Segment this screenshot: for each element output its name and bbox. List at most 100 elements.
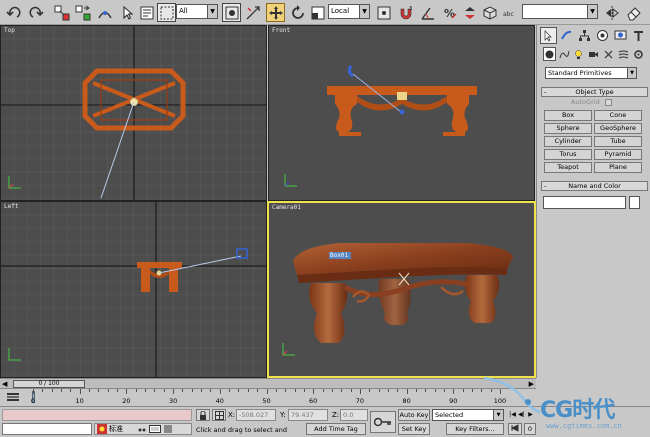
timeline-tick: [219, 389, 221, 394]
cone-button[interactable]: Cone: [594, 110, 642, 121]
eraser-icon[interactable]: [624, 3, 643, 22]
select-and-scale-icon[interactable]: [308, 3, 327, 22]
named-selection-sets-dropdown[interactable]: ▼: [522, 4, 598, 19]
ime-logo-icon[interactable]: [97, 424, 107, 434]
selection-filter-dropdown[interactable]: All ▼: [176, 4, 218, 19]
punctuation-icon[interactable]: [137, 424, 147, 434]
lights-icon[interactable]: [572, 47, 585, 61]
angle-snap-toggle-icon[interactable]: [418, 3, 437, 22]
timeline-minor-tick: [229, 389, 231, 392]
maxscript-listener-mini[interactable]: [2, 409, 192, 421]
viewport-front[interactable]: Front: [268, 25, 535, 201]
viewport-camera01-label[interactable]: Camera01: [272, 204, 301, 211]
box-button[interactable]: Box: [544, 110, 592, 121]
edit-named-selection-icon[interactable]: [480, 3, 499, 22]
systems-icon[interactable]: [632, 47, 645, 61]
ime-mode-label[interactable]: 标准: [109, 424, 123, 434]
x-coordinate-field[interactable]: -508.027: [236, 409, 276, 421]
slider-left-arrow-icon[interactable]: ◀: [2, 380, 7, 388]
select-and-rotate-icon[interactable]: [288, 3, 307, 22]
set-key-mode-key-icon[interactable]: [370, 411, 396, 433]
select-and-manipulate-icon[interactable]: [243, 3, 262, 22]
create-tab-icon[interactable]: [540, 27, 557, 44]
viewport-left-label[interactable]: Left: [4, 203, 18, 210]
timeline-minor-tick: [210, 389, 212, 392]
teapot-button[interactable]: Teapot: [544, 162, 592, 173]
viewport-front-label[interactable]: Front: [272, 27, 290, 34]
pyramid-button[interactable]: Pyramid: [594, 149, 642, 160]
time-slider-thumb[interactable]: 0 / 100: [13, 380, 85, 388]
table-3d-render: [293, 243, 513, 343]
track-bar[interactable]: 0 10 20 30 40 50 60 70 80 90 100: [0, 388, 536, 406]
timeline-minor-tick: [275, 389, 277, 392]
chevron-down-icon: ▼: [587, 5, 597, 18]
hierarchy-tab-icon[interactable]: [576, 27, 593, 44]
select-object-icon[interactable]: [117, 3, 136, 22]
name-and-color-rollout-header[interactable]: - Name and Color: [541, 181, 648, 191]
soft-keyboard-icon[interactable]: [149, 424, 161, 434]
select-and-link-icon[interactable]: [52, 3, 71, 22]
key-selection-value: Selected: [435, 411, 464, 419]
cylinder-button[interactable]: Cylinder: [544, 136, 592, 147]
display-tab-icon[interactable]: [612, 27, 629, 44]
autogrid-checkbox[interactable]: [605, 99, 612, 106]
timeline-minor-tick: [294, 389, 296, 392]
undo-icon[interactable]: [4, 3, 23, 22]
viewport-left[interactable]: Left: [0, 201, 267, 378]
space-warps-icon[interactable]: [617, 47, 630, 61]
rectangular-selection-region-icon[interactable]: [157, 3, 176, 22]
bind-to-space-warp-icon[interactable]: [95, 3, 114, 22]
unlink-selection-icon[interactable]: [73, 3, 92, 22]
redo-icon[interactable]: [26, 3, 45, 22]
spinner-snap-icon[interactable]: [460, 3, 479, 22]
set-key-button[interactable]: Set Key: [398, 423, 430, 435]
ime-menu-icon[interactable]: [163, 424, 173, 434]
timeline-minor-tick: [415, 389, 417, 392]
absolute-mode-transform-icon[interactable]: [212, 409, 226, 421]
select-by-name-icon[interactable]: [137, 3, 156, 22]
tube-button[interactable]: Tube: [594, 136, 642, 147]
key-mode-toggle-icon[interactable]: [508, 423, 522, 435]
use-pivot-point-center-icon[interactable]: [374, 3, 393, 22]
plane-button[interactable]: Plane: [594, 162, 642, 173]
object-type-rollout-header[interactable]: - Object Type: [541, 87, 648, 97]
shapes-icon[interactable]: [558, 47, 571, 61]
object-color-swatch[interactable]: [629, 196, 640, 209]
mirror-icon[interactable]: [602, 3, 621, 22]
modify-tab-icon[interactable]: [558, 27, 575, 44]
z-coordinate-field[interactable]: 0.0: [340, 409, 368, 421]
snaps-toggle-icon[interactable]: 3: [396, 3, 415, 22]
key-filters-button[interactable]: Key Filters...: [446, 423, 504, 435]
object-name-input[interactable]: [543, 196, 626, 209]
maxscript-input[interactable]: [2, 423, 92, 435]
timeline-minor-tick: [331, 389, 333, 392]
time-slider[interactable]: ◀ 0 / 100 ▶: [0, 378, 536, 388]
name-and-color-title: Name and Color: [568, 182, 621, 190]
text-abc-icon[interactable]: abc: [501, 3, 520, 22]
command-panel: Standard Primitives ▼ - Object Type AutoGr…: [536, 25, 650, 378]
auto-key-button[interactable]: Auto Key: [398, 409, 430, 421]
selection-lock-icon[interactable]: [196, 409, 210, 421]
y-coordinate-field[interactable]: 79.437: [288, 409, 328, 421]
autogrid-label: AutoGrid: [571, 98, 600, 106]
reference-coordinate-system-dropdown[interactable]: Local ▼: [328, 4, 370, 19]
viewport-top-label[interactable]: Top: [4, 27, 15, 34]
helpers-icon[interactable]: [602, 47, 615, 61]
add-time-tag-button[interactable]: Add Time Tag: [306, 423, 366, 435]
percent-snap-icon[interactable]: %: [440, 3, 459, 22]
window-crossing-icon[interactable]: [222, 3, 241, 22]
geometry-icon[interactable]: [543, 47, 556, 61]
motion-tab-icon[interactable]: [594, 27, 611, 44]
track-view-icon[interactable]: [6, 392, 20, 402]
utilities-tab-icon[interactable]: [630, 27, 647, 44]
logo-url-text: www.cgtimes.com.cn: [546, 422, 622, 430]
cameras-icon[interactable]: [587, 47, 600, 61]
geosphere-button[interactable]: GeoSphere: [594, 123, 642, 134]
sphere-button[interactable]: Sphere: [544, 123, 592, 134]
select-and-move-icon[interactable]: [266, 3, 285, 22]
torus-button[interactable]: Torus: [544, 149, 592, 160]
viewport-top[interactable]: Top: [0, 25, 267, 201]
geometry-type-dropdown[interactable]: Standard Primitives ▼: [545, 67, 637, 79]
half-width-moon-icon[interactable]: [125, 424, 135, 434]
viewport-camera01[interactable]: Camera01 Box01: [267, 201, 536, 378]
